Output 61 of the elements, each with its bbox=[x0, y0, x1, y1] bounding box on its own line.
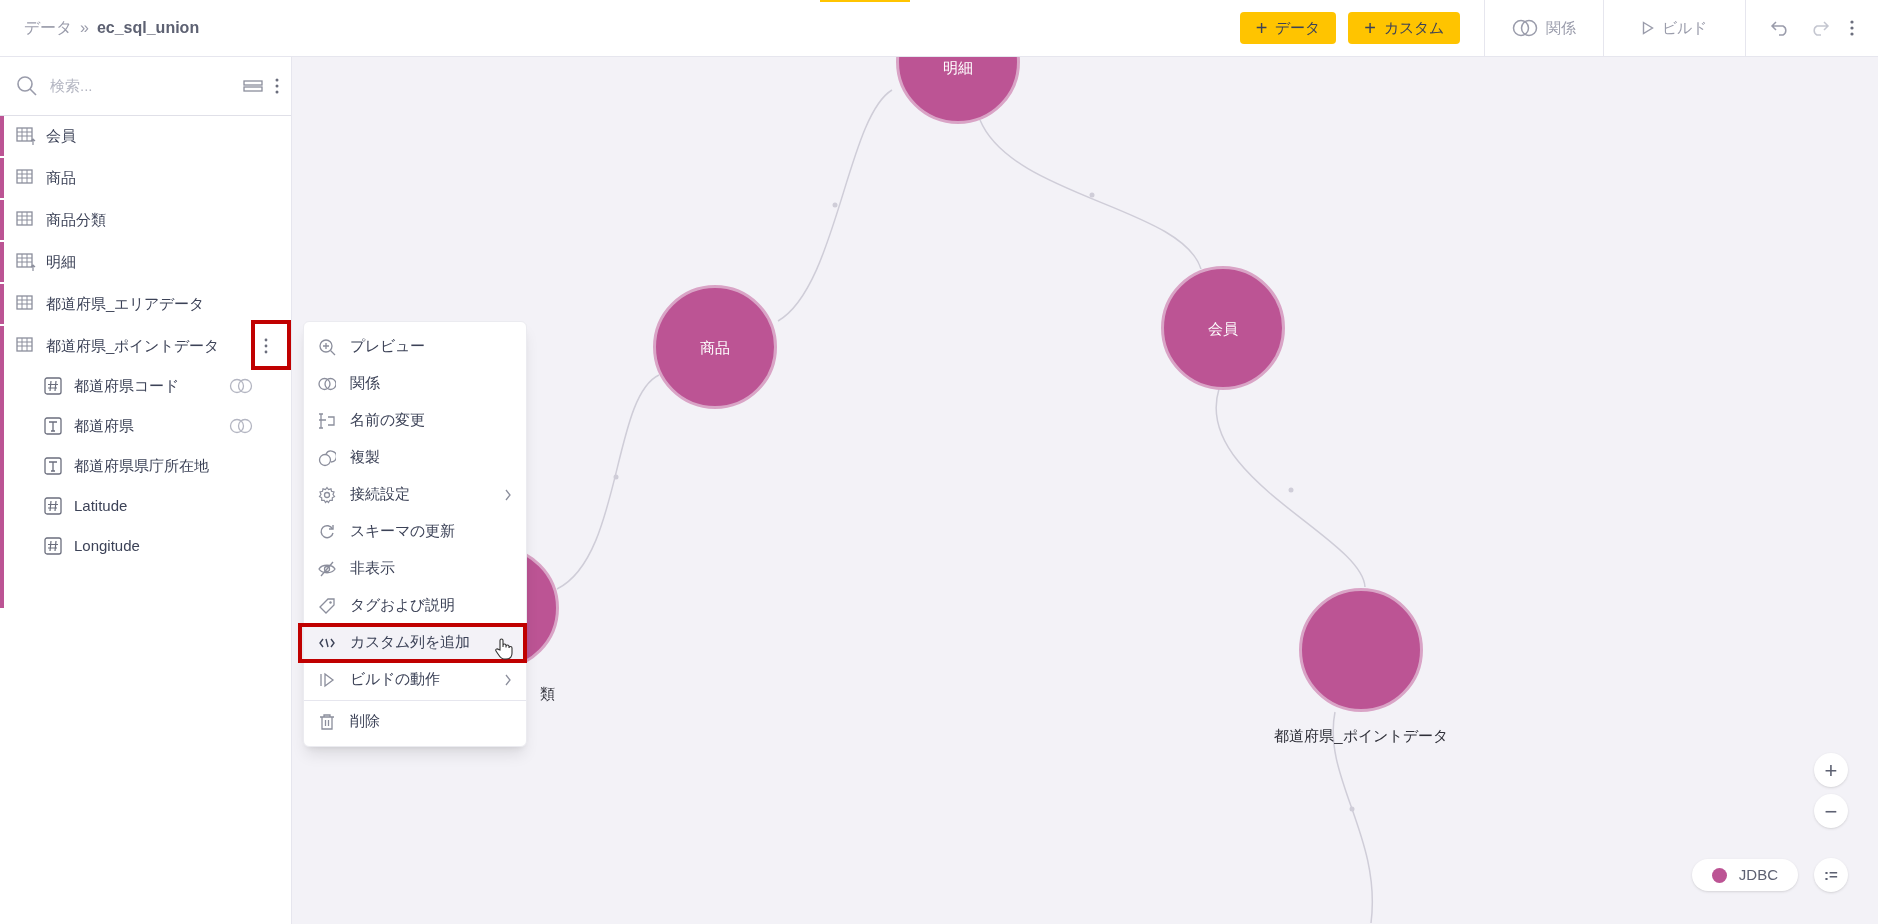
more-icon[interactable] bbox=[275, 78, 279, 94]
zoom-in-icon bbox=[318, 337, 336, 356]
table-item[interactable]: 会員 bbox=[4, 116, 291, 156]
node-label: 商品 bbox=[700, 338, 730, 358]
eye-slash-icon bbox=[318, 559, 336, 578]
table-item[interactable]: 明細 bbox=[4, 242, 291, 282]
menu-item[interactable]: 名前の変更 bbox=[304, 402, 526, 439]
legend-label: JDBC bbox=[1738, 864, 1778, 885]
menu-item[interactable]: 削除 bbox=[304, 703, 526, 740]
undo-icon[interactable] bbox=[1770, 20, 1790, 36]
play-icon bbox=[1642, 21, 1654, 35]
table-upload-icon bbox=[16, 126, 36, 146]
field-item[interactable]: 都道府県 bbox=[4, 406, 291, 446]
menu-item[interactable]: タグおよび説明 bbox=[304, 587, 526, 624]
node-label: 類 bbox=[540, 684, 555, 704]
menu-item[interactable]: 接続設定 bbox=[304, 476, 526, 513]
settings-icon bbox=[318, 485, 336, 504]
add-button[interactable]: + カスタム bbox=[1348, 12, 1460, 44]
breadcrumb-separator: » bbox=[80, 18, 89, 38]
refresh-icon bbox=[318, 522, 336, 541]
node-label: 会員 bbox=[1208, 319, 1238, 339]
highlight-frame bbox=[251, 320, 291, 370]
trash-icon bbox=[318, 712, 336, 731]
list-view-icon[interactable] bbox=[243, 80, 263, 92]
table-upload-icon bbox=[16, 252, 36, 272]
field-item[interactable]: Longitude bbox=[4, 526, 291, 566]
menu-item[interactable]: 関係 bbox=[304, 365, 526, 402]
search-icon bbox=[16, 75, 38, 97]
node-label: 都道府県_ポイントデータ bbox=[1274, 726, 1448, 746]
more-icon[interactable] bbox=[1850, 20, 1854, 36]
zoom-in-button[interactable]: + bbox=[1814, 753, 1848, 787]
field-item[interactable]: 都道府県コード bbox=[4, 366, 291, 406]
text-cursor-icon bbox=[318, 411, 336, 430]
menu-item[interactable]: プレビュー bbox=[304, 328, 526, 365]
menu-item[interactable]: 複製 bbox=[304, 439, 526, 476]
menu-item[interactable]: 非表示 bbox=[304, 550, 526, 587]
menu-item[interactable]: スキーマの更新 bbox=[304, 513, 526, 550]
zoom-out-button[interactable]: − bbox=[1814, 794, 1848, 828]
overlapping-shapes-icon bbox=[318, 448, 336, 467]
field-item[interactable]: Latitude bbox=[4, 486, 291, 526]
menu-item[interactable]: ビルドの動作 bbox=[304, 661, 526, 698]
rings-icon bbox=[1512, 19, 1538, 37]
hand-cursor-icon bbox=[495, 638, 513, 660]
field-item[interactable]: 都道府県県庁所在地 bbox=[4, 446, 291, 486]
list-button[interactable]: := bbox=[1814, 858, 1848, 892]
more-icon[interactable] bbox=[264, 338, 268, 354]
breadcrumb-current: ec_sql_union bbox=[96, 18, 200, 38]
table-item[interactable]: 商品分類 bbox=[4, 200, 291, 240]
number-type-icon bbox=[44, 377, 62, 395]
text-type-icon bbox=[44, 417, 62, 435]
tag-icon bbox=[318, 596, 336, 615]
number-type-icon bbox=[44, 537, 62, 555]
table-item[interactable]: 商品 bbox=[4, 158, 291, 198]
text-type-icon bbox=[44, 457, 62, 475]
add-button[interactable]: + データ bbox=[1239, 12, 1337, 44]
table-item[interactable]: 都道府県_エリアデータ bbox=[4, 284, 291, 324]
play-icon bbox=[318, 670, 336, 689]
node-label: 明細 bbox=[943, 58, 973, 78]
number-type-icon bbox=[44, 497, 62, 515]
table-item[interactable]: 都道府県_ポイントデータ bbox=[4, 326, 291, 366]
search-field[interactable]: 検索... bbox=[50, 74, 231, 98]
